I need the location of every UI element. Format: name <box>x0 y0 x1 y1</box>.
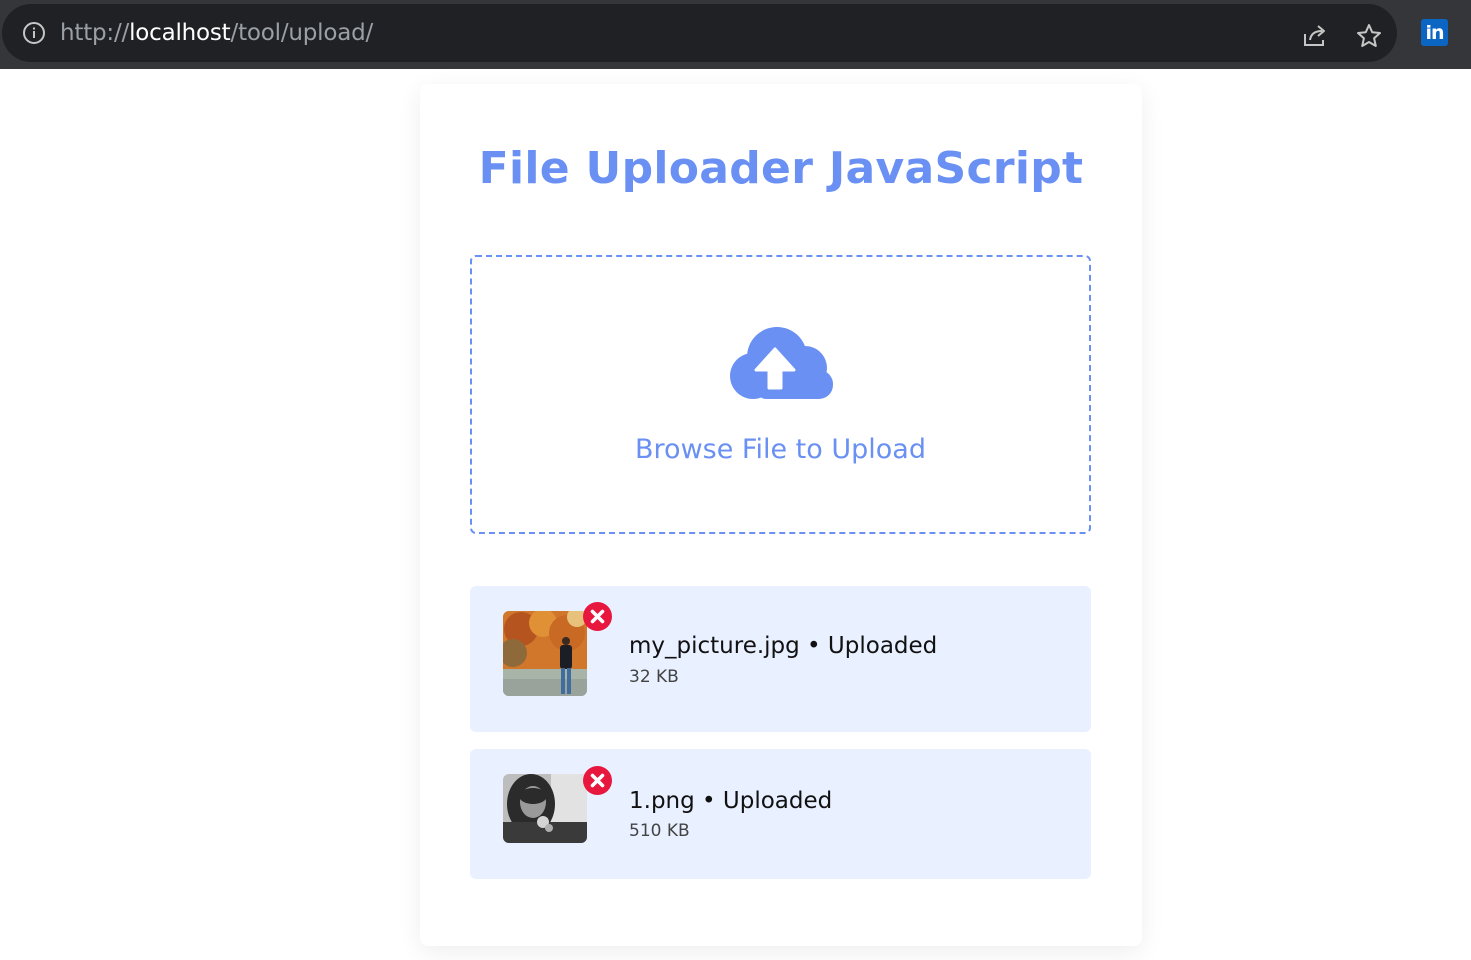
file-size: 510 KB <box>629 821 690 841</box>
file-row: 1.png • Uploaded 510 KB <box>470 749 1091 879</box>
uploader-card: File Uploader JavaScript Browse File to … <box>420 84 1142 946</box>
file-name-status: 1.png • Uploaded <box>629 788 833 814</box>
file-row: my_picture.jpg • Uploaded 32 KB <box>470 586 1091 732</box>
url-text[interactable]: http://localhost/tool/upload/ <box>60 18 373 48</box>
browser-toolbar: http://localhost/tool/upload/ in <box>0 0 1471 69</box>
remove-file-button[interactable] <box>583 766 612 795</box>
remove-file-button[interactable] <box>583 602 612 631</box>
file-name-status: my_picture.jpg • Uploaded <box>629 633 938 659</box>
remove-icon <box>590 773 605 788</box>
share-icon[interactable] <box>1301 22 1329 50</box>
cloud-upload-icon <box>730 327 833 399</box>
linkedin-icon[interactable]: in <box>1421 19 1448 46</box>
url-path: /tool/upload/ <box>230 20 374 46</box>
remove-icon <box>590 609 605 624</box>
page-title: File Uploader JavaScript <box>478 143 1084 194</box>
url-host: localhost <box>129 20 231 46</box>
file-thumbnail <box>503 611 587 696</box>
browse-label[interactable]: Browse File to Upload <box>472 433 1089 467</box>
url-scheme: http:// <box>60 20 130 46</box>
file-thumbnail <box>503 774 587 843</box>
address-bar[interactable]: http://localhost/tool/upload/ <box>2 4 1397 62</box>
info-icon[interactable] <box>22 21 46 45</box>
file-drop-zone[interactable]: Browse File to Upload <box>470 255 1091 534</box>
file-size: 32 KB <box>629 667 679 687</box>
star-icon[interactable] <box>1355 22 1383 50</box>
